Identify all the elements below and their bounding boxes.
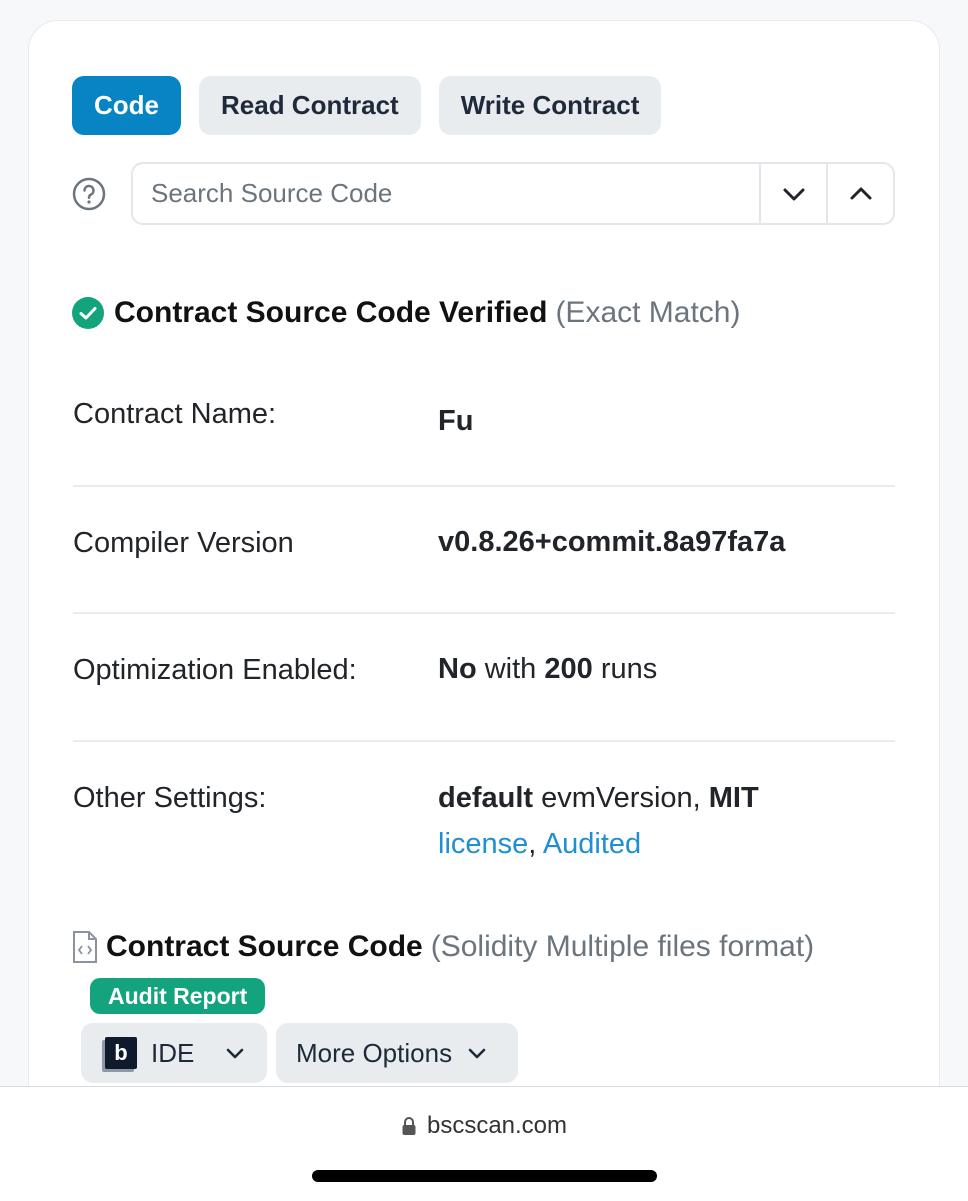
search-input[interactable] — [133, 164, 759, 223]
url-text: bscscan.com — [426, 1112, 568, 1139]
evm-version-value: default — [438, 782, 534, 814]
license-link[interactable]: license — [438, 828, 528, 860]
divider — [73, 612, 895, 614]
divider — [73, 740, 895, 742]
verified-heading: Contract Source Code Verified (Exact Mat… — [72, 296, 740, 330]
address-bar[interactable]: bscscan.com — [0, 1112, 968, 1140]
contract-name-label: Contract Name: — [73, 398, 277, 430]
tab-write-contract[interactable]: Write Contract — [438, 76, 662, 135]
ide-dropdown-button[interactable]: b IDE — [81, 1023, 267, 1083]
other-settings-label: Other Settings: — [73, 782, 267, 814]
divider — [73, 485, 895, 487]
contract-name-value: Fu — [438, 405, 474, 437]
source-code-search — [131, 162, 895, 225]
ide-logo-icon: b — [105, 1037, 137, 1069]
check-circle-icon — [72, 297, 104, 329]
verified-match-type: (Exact Match) — [555, 296, 741, 329]
optimization-runs: 200 — [544, 653, 593, 685]
compiler-version-label: Compiler Version — [73, 527, 294, 559]
chevron-down-icon — [783, 188, 804, 200]
verified-title: Contract Source Code Verified — [114, 296, 548, 329]
audited-link[interactable]: Audited — [543, 828, 641, 860]
more-options-label: More Options — [296, 1037, 453, 1068]
compiler-version-value: v0.8.26+commit.8a97fa7a — [438, 526, 786, 558]
tab-bar: Code Read Contract Write Contract — [72, 76, 662, 135]
audit-report-badge[interactable]: Audit Report — [90, 978, 266, 1014]
home-indicator[interactable] — [312, 1170, 657, 1182]
source-code-format: (Solidity Multiple files format) — [430, 930, 815, 963]
tab-read-contract[interactable]: Read Contract — [199, 76, 421, 135]
optimization-label: Optimization Enabled: — [73, 654, 357, 686]
lock-icon — [402, 1117, 416, 1135]
chevron-up-icon — [850, 187, 871, 199]
ide-label: IDE — [151, 1037, 195, 1068]
search-prev-button[interactable] — [826, 164, 893, 223]
optimization-enabled: No — [438, 653, 477, 685]
browser-bottom-bar — [0, 1086, 968, 1201]
chevron-down-icon — [468, 1048, 486, 1059]
other-settings-value: default evmVersion, MIT license, Audited — [438, 782, 759, 860]
license-name: MIT — [708, 782, 759, 814]
source-code-title: Contract Source Code — [106, 930, 423, 963]
more-options-dropdown-button[interactable]: More Options — [276, 1023, 518, 1083]
chevron-down-icon — [227, 1048, 244, 1059]
help-icon[interactable] — [72, 177, 106, 211]
optimization-value: No with 200 runs — [438, 653, 658, 685]
file-code-icon — [73, 931, 97, 963]
search-next-button[interactable] — [759, 164, 826, 223]
tab-code[interactable]: Code — [72, 76, 181, 135]
source-code-heading: Contract Source Code (Solidity Multiple … — [72, 930, 814, 964]
